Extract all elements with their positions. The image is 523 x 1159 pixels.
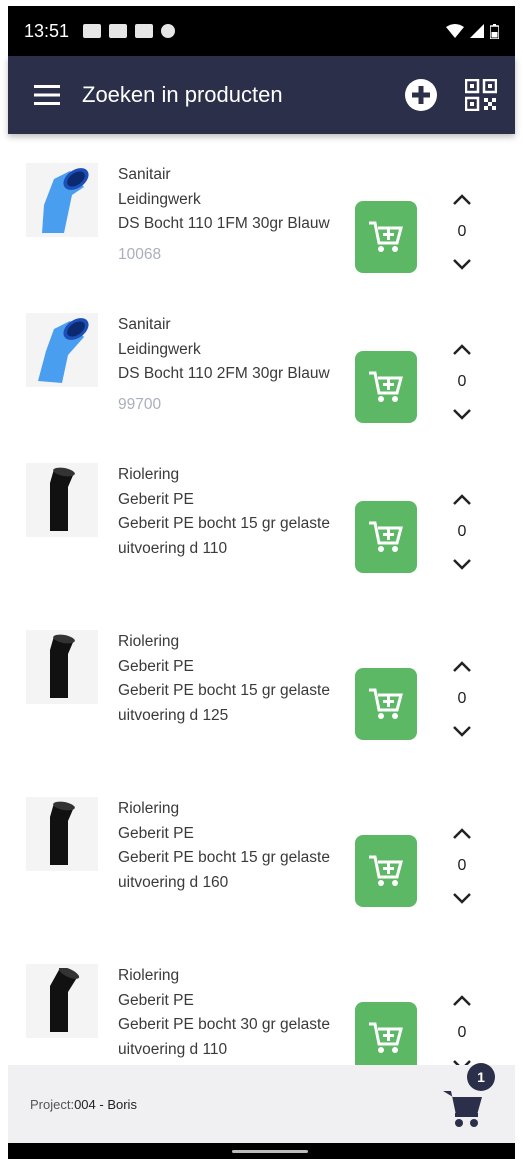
quantity-value: 0	[457, 857, 467, 874]
product-category: Riolering	[118, 466, 180, 483]
increase-quantity-button[interactable]	[448, 335, 476, 365]
product-code: 10068	[118, 245, 162, 263]
project-label: Project:	[30, 1096, 75, 1112]
product-image-black-pipe-bend	[26, 463, 98, 537]
product-list-item[interactable]: Riolering Geberit PE Geberit PE bocht 15…	[8, 797, 515, 947]
quantity-value: 0	[457, 1024, 467, 1041]
product-name: Geberit PE bocht 15 gr gelaste uitvoerin…	[118, 515, 330, 557]
decrease-quantity-button[interactable]	[448, 549, 476, 579]
product-subcategory: Geberit PE	[118, 490, 194, 508]
quantity-value: 0	[457, 690, 467, 707]
product-image-blue-pipe-bend	[26, 313, 98, 387]
product-subcategory: Leidingwerk	[118, 340, 201, 358]
quantity-value: 0	[457, 523, 467, 540]
home-gesture-handle[interactable]	[232, 1150, 308, 1153]
chevron-down-icon	[453, 726, 471, 737]
product-category: Sanitair	[118, 316, 171, 333]
increase-quantity-button[interactable]	[448, 185, 476, 215]
add-to-cart-button[interactable]	[355, 501, 417, 573]
menu-button[interactable]	[26, 74, 68, 116]
chevron-up-icon	[453, 995, 471, 1006]
cart-plus-icon	[369, 371, 403, 402]
cart-plus-icon	[369, 521, 403, 552]
chevron-up-icon	[453, 494, 471, 505]
status-time: 13:51	[24, 20, 70, 41]
quantity-value: 0	[457, 223, 467, 240]
product-list-item[interactable]: Sanitair Leidingwerk DS Bocht 110 1FM 30…	[8, 163, 515, 313]
add-to-cart-button[interactable]	[355, 1002, 417, 1074]
chevron-down-icon	[453, 559, 471, 570]
project-footer: Project:004 - Boris 1	[8, 1063, 515, 1143]
shopping-cart-icon	[443, 1091, 482, 1127]
add-to-cart-button[interactable]	[355, 351, 417, 423]
status-bar: 13:51	[8, 6, 515, 56]
cart-plus-icon	[369, 688, 403, 719]
product-name: DS Bocht 110 1FM 30gr Blauw	[118, 215, 330, 232]
product-name: DS Bocht 110 2FM 30gr Blauw	[118, 365, 330, 382]
chevron-down-icon	[453, 259, 471, 270]
add-to-cart-button[interactable]	[355, 201, 417, 273]
chevron-up-icon	[453, 828, 471, 839]
battery-icon	[490, 23, 499, 39]
product-code: 99700	[118, 395, 162, 413]
product-image-black-pipe-bend	[26, 964, 98, 1038]
add-to-cart-button[interactable]	[355, 668, 417, 740]
product-list-item[interactable]: Sanitair Leidingwerk DS Bocht 110 2FM 30…	[8, 313, 515, 463]
cart-plus-icon	[369, 1022, 403, 1053]
decrease-quantity-button[interactable]	[448, 399, 476, 429]
decrease-quantity-button[interactable]	[448, 883, 476, 913]
signal-icon	[470, 24, 484, 38]
hamburger-menu-icon	[34, 85, 60, 105]
wifi-icon	[446, 24, 464, 38]
product-list-item[interactable]: Riolering Geberit PE Geberit PE bocht 15…	[8, 463, 515, 613]
page-title: Zoeken in producten	[82, 82, 283, 107]
cart-count-badge: 1	[467, 1063, 495, 1091]
product-category: Riolering	[118, 800, 180, 817]
system-navigation-bar	[8, 1143, 515, 1159]
product-name: Geberit PE bocht 15 gr gelaste uitvoerin…	[118, 682, 330, 724]
project-value: 004 - Boris	[74, 1096, 137, 1112]
cart-plus-icon	[369, 221, 403, 252]
shopping-cart-button[interactable]: 1	[441, 1063, 495, 1133]
decrease-quantity-button[interactable]	[448, 249, 476, 279]
teams-icon	[83, 24, 102, 38]
chevron-up-icon	[453, 194, 471, 205]
product-subcategory: Geberit PE	[118, 824, 194, 842]
product-category: Sanitair	[118, 166, 171, 183]
quantity-value: 0	[457, 373, 467, 390]
increase-quantity-button[interactable]	[448, 986, 476, 1016]
increase-quantity-button[interactable]	[448, 652, 476, 682]
product-name: Geberit PE bocht 30 gr gelaste uitvoerin…	[118, 1016, 330, 1058]
add-to-cart-button[interactable]	[355, 835, 417, 907]
qr-scan-button[interactable]	[461, 75, 501, 115]
product-subcategory: Geberit PE	[118, 657, 194, 675]
cart-plus-icon	[369, 855, 403, 886]
add-product-button[interactable]	[401, 75, 441, 115]
product-image-black-pipe-bend	[26, 630, 98, 704]
chevron-down-icon	[453, 893, 471, 904]
product-category: Riolering	[118, 633, 180, 650]
qr-code-icon	[465, 79, 497, 111]
product-subcategory: Geberit PE	[118, 991, 194, 1009]
product-subcategory: Leidingwerk	[118, 190, 201, 208]
project-info: Project:004 - Boris	[30, 1097, 137, 1112]
chevron-up-icon	[453, 344, 471, 355]
product-list-item[interactable]: Riolering Geberit PE Geberit PE bocht 15…	[8, 630, 515, 780]
chevron-up-icon	[453, 661, 471, 672]
product-image-black-pipe-bend	[26, 797, 98, 871]
product-category: Riolering	[118, 967, 180, 984]
chevron-down-icon	[453, 409, 471, 420]
product-name: Geberit PE bocht 15 gr gelaste uitvoerin…	[118, 849, 330, 891]
notification-icons	[83, 24, 176, 38]
app-toolbar: Zoeken in producten	[8, 56, 515, 134]
decrease-quantity-button[interactable]	[448, 716, 476, 746]
plus-circle-icon	[405, 79, 437, 111]
increase-quantity-button[interactable]	[448, 485, 476, 515]
app-notification-icon	[161, 24, 176, 38]
increase-quantity-button[interactable]	[448, 819, 476, 849]
outlook-calendar-icon	[135, 24, 154, 38]
outlook-icon	[109, 24, 128, 38]
product-image-blue-pipe-bend	[26, 163, 98, 237]
